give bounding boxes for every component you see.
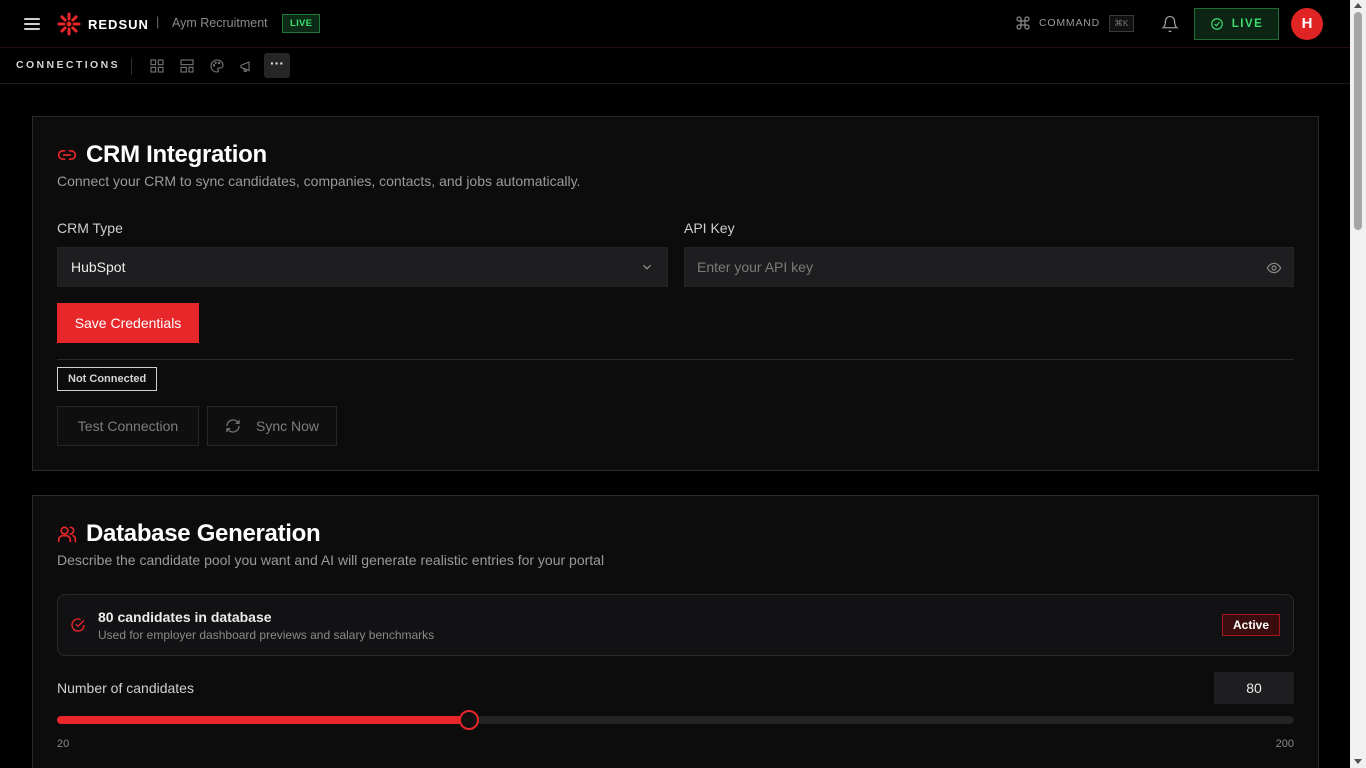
status-badge: Active xyxy=(1222,614,1281,636)
section-title: CONNECTIONS xyxy=(16,59,120,71)
test-connection-label: Test Connection xyxy=(77,418,179,434)
brand-separator: | xyxy=(156,14,160,29)
toolbar-divider xyxy=(131,58,132,75)
more-options-button[interactable]: ··· xyxy=(264,53,290,78)
command-label: COMMAND xyxy=(1039,17,1101,29)
refresh-icon xyxy=(226,419,240,433)
menu-icon[interactable] xyxy=(24,16,40,32)
crm-type-value: HubSpot xyxy=(71,259,126,275)
grid-icon[interactable] xyxy=(149,58,165,74)
api-key-input[interactable] xyxy=(684,247,1294,287)
command-icon xyxy=(1016,16,1030,30)
crm-integration-card: CRM Integration Connect your CRM to sync… xyxy=(32,116,1319,471)
candidate-count-label: Number of candidates xyxy=(57,680,194,696)
api-key-label: API Key xyxy=(684,220,735,236)
link-icon xyxy=(57,150,77,160)
candidate-count-slider[interactable] xyxy=(57,710,1294,730)
divider xyxy=(57,359,1294,360)
candidate-count-subtitle: Used for employer dashboard previews and… xyxy=(98,628,435,642)
layout-icon[interactable] xyxy=(179,58,195,74)
connection-status-badge: Not Connected xyxy=(57,367,158,391)
slider-min-label: 20 xyxy=(57,738,70,750)
crm-card-description: Connect your CRM to sync candidates, com… xyxy=(57,173,581,189)
scroll-thumb[interactable] xyxy=(1354,12,1362,230)
live-button[interactable]: LIVE xyxy=(1194,8,1279,40)
user-avatar[interactable]: H xyxy=(1291,8,1323,40)
sync-now-button[interactable]: Sync Now xyxy=(207,406,337,446)
command-shortcut: ⌘K xyxy=(1109,15,1134,32)
scroll-up-arrow-icon[interactable] xyxy=(1354,3,1362,8)
candidate-count-title: 80 candidates in database xyxy=(98,609,272,625)
crm-type-select[interactable]: HubSpot xyxy=(57,247,668,287)
database-generation-card: Database Generation Describe the candida… xyxy=(32,495,1319,768)
candidate-count-input[interactable]: 80 xyxy=(1214,672,1294,704)
slider-fill xyxy=(57,716,470,724)
check-circle-icon xyxy=(71,618,85,632)
crm-card-title: CRM Integration xyxy=(86,141,267,168)
environment-badge: LIVE xyxy=(282,14,321,33)
check-circle-icon xyxy=(1210,18,1223,30)
live-button-label: LIVE xyxy=(1231,18,1264,30)
section-toolbar: CONNECTIONS ··· xyxy=(0,49,1350,84)
eye-icon[interactable] xyxy=(1266,260,1282,276)
database-card-description: Describe the candidate pool you want and… xyxy=(57,552,605,568)
brand-logo[interactable]: REDSUN xyxy=(57,12,149,36)
brand-name: REDSUN xyxy=(88,16,149,32)
chevron-down-icon xyxy=(643,264,651,270)
users-icon xyxy=(57,526,77,543)
test-connection-button[interactable]: Test Connection xyxy=(57,406,199,446)
top-bar: REDSUN | Aym Recruitment LIVE COMMAND ⌘K… xyxy=(0,0,1350,48)
sync-now-label: Sync Now xyxy=(255,418,320,434)
sun-logo-icon xyxy=(57,12,81,36)
database-summary: 80 candidates in database Used for emplo… xyxy=(57,594,1294,656)
slider-max-label: 200 xyxy=(1275,738,1294,750)
save-credentials-button[interactable]: Save Credentials xyxy=(57,303,199,343)
megaphone-icon[interactable] xyxy=(239,58,255,74)
scroll-down-arrow-icon[interactable] xyxy=(1354,759,1362,764)
database-card-title: Database Generation xyxy=(86,520,321,547)
command-palette-button[interactable]: COMMAND xyxy=(1015,15,1100,31)
organization-name: Aym Recruitment xyxy=(172,16,268,30)
bell-icon[interactable] xyxy=(1161,15,1179,33)
palette-icon[interactable] xyxy=(209,58,225,74)
slider-handle[interactable] xyxy=(459,710,480,730)
page-scrollbar[interactable] xyxy=(1350,0,1366,768)
crm-type-label: CRM Type xyxy=(57,220,123,236)
